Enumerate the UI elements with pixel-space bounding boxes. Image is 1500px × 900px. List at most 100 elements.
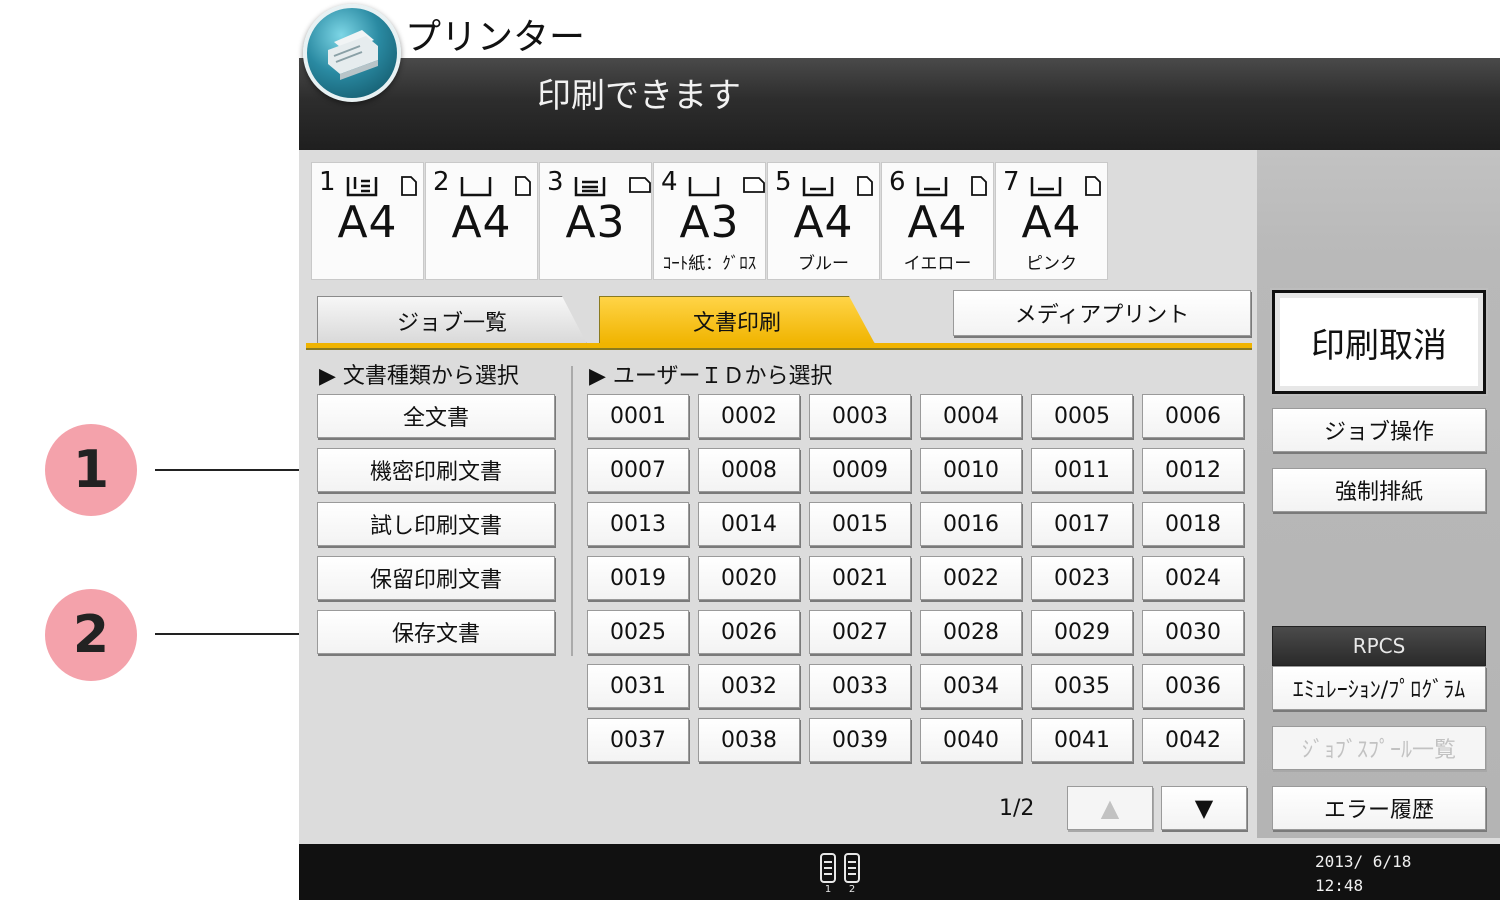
- tray-number: 7: [1003, 167, 1020, 197]
- user-id-button[interactable]: 0004: [920, 394, 1022, 438]
- user-id-button[interactable]: 0002: [698, 394, 800, 438]
- user-id-button[interactable]: 0026: [698, 610, 800, 654]
- job-spool-list-button[interactable]: ｼﾞｮﾌﾞｽﾌﾟｰﾙ一覧: [1272, 726, 1486, 770]
- tray-number: 6: [889, 167, 906, 197]
- user-id-button[interactable]: 0031: [587, 664, 689, 708]
- toner-label-2: 2: [849, 884, 855, 894]
- error-history-button[interactable]: エラー履歴: [1272, 786, 1486, 830]
- tray-paper-type: ブルー: [798, 254, 849, 274]
- user-id-button[interactable]: 0006: [1142, 394, 1244, 438]
- user-id-button[interactable]: 0019: [587, 556, 689, 600]
- user-id-button[interactable]: 0009: [809, 448, 911, 492]
- page-indicator: 1/2: [999, 796, 1035, 821]
- user-id-button[interactable]: 0017: [1031, 502, 1133, 546]
- user-id-button[interactable]: 0024: [1142, 556, 1244, 600]
- user-id-button[interactable]: 0021: [809, 556, 911, 600]
- user-id-button[interactable]: 0018: [1142, 502, 1244, 546]
- tab-job-list[interactable]: ジョブ一覧: [317, 296, 587, 344]
- tray-4[interactable]: 4 A3 ｺｰﾄ紙：ｸﾞﾛｽ: [653, 162, 766, 280]
- paper-tray-icon: [688, 177, 720, 197]
- callout-1: 1: [45, 424, 137, 516]
- job-operation-button[interactable]: ジョブ操作: [1272, 408, 1486, 452]
- page-down-button[interactable]: ▼: [1161, 786, 1247, 830]
- user-id-button[interactable]: 0037: [587, 718, 689, 762]
- portrait-paper-icon: [1085, 176, 1101, 196]
- user-id-button[interactable]: 0041: [1031, 718, 1133, 762]
- user-id-button[interactable]: 0027: [809, 610, 911, 654]
- tray-6[interactable]: 6 A4 イエロー: [881, 162, 994, 280]
- user-id-button[interactable]: 0003: [809, 394, 911, 438]
- user-id-button[interactable]: 0014: [698, 502, 800, 546]
- user-id-button[interactable]: 0039: [809, 718, 911, 762]
- user-id-button[interactable]: 0038: [698, 718, 800, 762]
- user-id-button[interactable]: 0012: [1142, 448, 1244, 492]
- form-feed-button[interactable]: 強制排紙: [1272, 468, 1486, 512]
- user-id-button[interactable]: 0023: [1031, 556, 1133, 600]
- cancel-print-button[interactable]: 印刷取消: [1270, 288, 1488, 396]
- tray-number: 3: [547, 167, 564, 197]
- user-id-button[interactable]: 0040: [920, 718, 1022, 762]
- user-id-button[interactable]: 0042: [1142, 718, 1244, 762]
- user-id-button[interactable]: 0036: [1142, 664, 1244, 708]
- tray-paper-type: ピンク: [1026, 254, 1077, 274]
- user-id-button[interactable]: 0011: [1031, 448, 1133, 492]
- portrait-paper-icon: [401, 176, 417, 196]
- stored-documents-button[interactable]: 保存文書: [317, 610, 555, 654]
- tray-2[interactable]: 2 A4: [425, 162, 538, 280]
- tray-1[interactable]: 1 A4: [311, 162, 424, 280]
- user-id-button[interactable]: 0025: [587, 610, 689, 654]
- emulation-program-button[interactable]: ｴﾐｭﾚｰｼｮﾝ/ﾌﾟﾛｸﾞﾗﾑ: [1272, 666, 1486, 710]
- page-up-button[interactable]: ▲: [1067, 786, 1153, 830]
- user-id-button[interactable]: 0033: [809, 664, 911, 708]
- user-id-button[interactable]: 0005: [1031, 394, 1133, 438]
- tray-7[interactable]: 7 A4 ピンク: [995, 162, 1108, 280]
- user-id-button[interactable]: 0035: [1031, 664, 1133, 708]
- landscape-paper-icon: [629, 177, 651, 193]
- emulation-header: RPCS: [1272, 626, 1486, 666]
- paper-stack-tray-icon: [574, 177, 606, 197]
- user-id-button[interactable]: 0013: [587, 502, 689, 546]
- user-id-button[interactable]: 0016: [920, 502, 1022, 546]
- tray-paper-size: A4: [793, 197, 854, 248]
- tray-paper-size: A4: [907, 197, 968, 248]
- tab-underline-shadow: [306, 348, 1252, 350]
- status-message: 印刷できます: [537, 76, 741, 116]
- user-id-button[interactable]: 0008: [698, 448, 800, 492]
- portrait-paper-icon: [857, 176, 873, 196]
- tray-paper-size: A4: [1021, 197, 1082, 248]
- doc-type-section-label: ▶ 文書種類から選択: [319, 364, 519, 389]
- locked-print-button[interactable]: 機密印刷文書: [317, 448, 555, 492]
- user-id-button[interactable]: 0029: [1031, 610, 1133, 654]
- status-bar: 印刷できます: [299, 58, 1500, 150]
- tab-document-print[interactable]: 文書印刷: [599, 296, 875, 344]
- datetime: 2013/ 6/18 12:48: [1315, 850, 1411, 898]
- user-id-button[interactable]: 0020: [698, 556, 800, 600]
- user-id-button[interactable]: 0028: [920, 610, 1022, 654]
- bypass-tray-icon: [346, 177, 378, 197]
- tray-paper-size: A4: [337, 197, 398, 248]
- paper-tray-icon: [916, 177, 948, 197]
- user-id-button[interactable]: 0007: [587, 448, 689, 492]
- tray-5[interactable]: 5 A4 ブルー: [767, 162, 880, 280]
- tray-paper-type: ｺｰﾄ紙：ｸﾞﾛｽ: [662, 254, 757, 274]
- printer-screen: 印刷できます 1 A4 2 A4 3 A3 4 A3 ｺｰﾄ紙：ｸﾞﾛｽ 5 A…: [299, 58, 1500, 900]
- media-print-button[interactable]: メディアプリント: [953, 290, 1251, 336]
- portrait-paper-icon: [971, 176, 987, 196]
- app-title: プリンター: [405, 17, 586, 58]
- user-id-button[interactable]: 0030: [1142, 610, 1244, 654]
- tray-number: 1: [319, 167, 336, 197]
- user-id-button[interactable]: 0034: [920, 664, 1022, 708]
- user-id-button[interactable]: 0015: [809, 502, 911, 546]
- user-id-button[interactable]: 0032: [698, 664, 800, 708]
- hold-print-button[interactable]: 保留印刷文書: [317, 556, 555, 600]
- user-id-button[interactable]: 0022: [920, 556, 1022, 600]
- sample-print-button[interactable]: 試し印刷文書: [317, 502, 555, 546]
- user-id-button[interactable]: 0001: [587, 394, 689, 438]
- all-documents-button[interactable]: 全文書: [317, 394, 555, 438]
- user-id-button[interactable]: 0010: [920, 448, 1022, 492]
- tray-3[interactable]: 3 A3: [539, 162, 652, 280]
- tray-paper-size: A3: [679, 197, 740, 248]
- tray-paper-type: イエロー: [903, 254, 972, 274]
- toner-label-1: 1: [825, 884, 831, 894]
- tray-number: 4: [661, 167, 678, 197]
